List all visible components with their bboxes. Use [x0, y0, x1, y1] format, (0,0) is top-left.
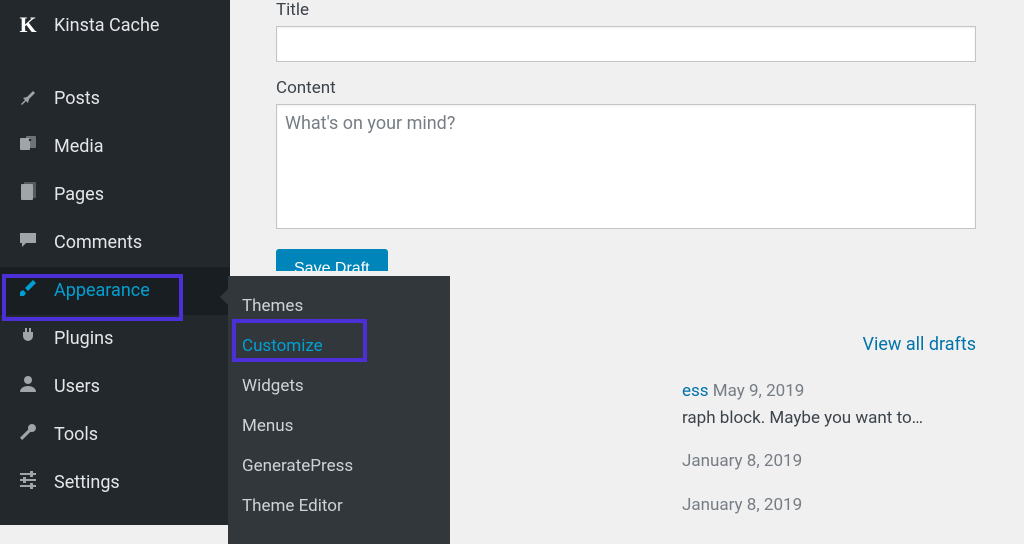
media-icon	[16, 134, 40, 160]
draft-date: January 8, 2019	[682, 451, 802, 471]
sidebar-item-comments[interactable]: Comments	[0, 219, 230, 267]
submenu-item-themes[interactable]: Themes	[228, 286, 450, 326]
submenu-item-generatepress[interactable]: GeneratePress	[228, 446, 450, 486]
submenu-item-label: Theme Editor	[242, 496, 343, 516]
sidebar-item-label: Appearance	[54, 279, 150, 302]
submenu-item-customize[interactable]: Customize	[228, 326, 450, 366]
draft-row: ess May 9, 2019 raph block. Maybe you wa…	[682, 378, 923, 432]
sidebar-item-label: Comments	[54, 231, 142, 254]
submenu-item-label: Customize	[242, 336, 323, 356]
sidebar-item-tools[interactable]: Tools	[0, 411, 230, 459]
pages-icon	[16, 182, 40, 208]
sidebar-item-settings[interactable]: Settings	[0, 459, 230, 507]
view-all-drafts-link[interactable]: View all drafts	[862, 334, 976, 355]
content-label: Content	[276, 78, 994, 98]
submenu-arrow-icon	[220, 289, 228, 305]
sidebar-item-label: Posts	[54, 87, 100, 110]
sidebar-item-label: Settings	[54, 471, 120, 494]
submenu-item-label: Menus	[242, 416, 293, 436]
title-input[interactable]	[276, 26, 976, 62]
submenu-item-menus[interactable]: Menus	[228, 406, 450, 446]
sidebar-item-posts[interactable]: Posts	[0, 75, 230, 123]
submenu-item-widgets[interactable]: Widgets	[228, 366, 450, 406]
appearance-submenu: Themes Customize Widgets Menus GenerateP…	[228, 276, 450, 544]
sidebar-item-plugins[interactable]: Plugins	[0, 315, 230, 363]
sidebar-item-label: Kinsta Cache	[54, 14, 159, 37]
sidebar-item-pages[interactable]: Pages	[0, 171, 230, 219]
draft-date: January 8, 2019	[682, 495, 802, 515]
sidebar-item-label: Tools	[54, 423, 98, 446]
submenu-item-theme-editor[interactable]: Theme Editor	[228, 486, 450, 526]
admin-sidebar: K Kinsta Cache Posts Media Pages Comment…	[0, 0, 230, 525]
sidebar-item-label: Pages	[54, 183, 104, 206]
sidebar-item-label: Media	[54, 135, 104, 158]
draft-excerpt: raph block. Maybe you want to…	[682, 405, 923, 432]
sidebar-item-label: Users	[54, 375, 100, 398]
save-draft-button[interactable]: Save Draft	[276, 249, 388, 271]
plugin-icon	[16, 326, 40, 352]
sliders-icon	[16, 470, 40, 496]
submenu-item-label: Widgets	[242, 376, 304, 396]
draft-row: January 8, 2019	[682, 492, 923, 519]
title-label: Title	[276, 0, 994, 20]
submenu-item-label: Themes	[242, 296, 303, 316]
submenu-item-label: GeneratePress	[242, 456, 353, 476]
brush-icon	[16, 278, 40, 304]
draft-row: January 8, 2019	[682, 448, 923, 475]
kinsta-icon: K	[16, 11, 40, 40]
user-icon	[16, 374, 40, 400]
content-textarea[interactable]	[276, 104, 976, 229]
drafts-list: ess May 9, 2019 raph block. Maybe you wa…	[682, 378, 923, 525]
comments-icon	[16, 230, 40, 256]
sidebar-item-appearance[interactable]: Appearance	[0, 267, 230, 315]
draft-date: May 9, 2019	[713, 381, 805, 401]
sidebar-item-media[interactable]: Media	[0, 123, 230, 171]
draft-link[interactable]: ess	[682, 381, 709, 401]
pin-icon	[16, 86, 40, 112]
wrench-icon	[16, 422, 40, 448]
sidebar-item-kinsta-cache[interactable]: K Kinsta Cache	[0, 0, 230, 51]
sidebar-item-users[interactable]: Users	[0, 363, 230, 411]
sidebar-item-label: Plugins	[54, 327, 113, 350]
